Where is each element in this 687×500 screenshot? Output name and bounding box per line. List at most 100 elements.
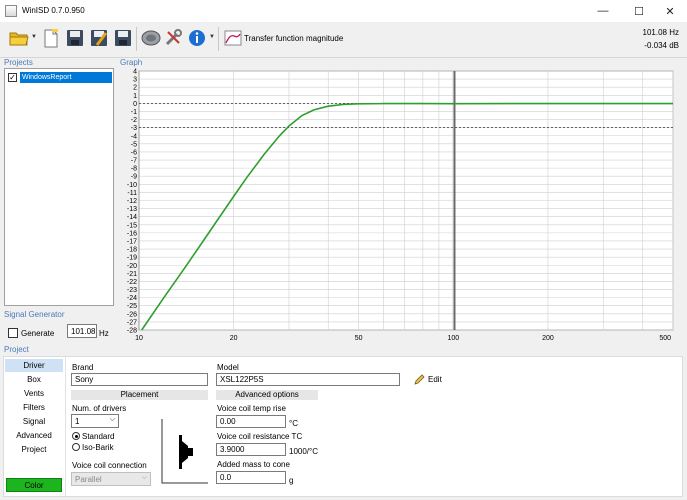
y-tick-label: -28 [127,328,137,335]
chevron-down-icon: ⌵ [141,474,147,481]
y-tick-label: -23 [127,287,137,294]
brand-field[interactable]: Sony [71,373,208,386]
y-tick-label: -5 [131,141,137,148]
vc-temp-label: Voice coil temp rise [217,404,286,413]
project-name[interactable]: WindowsReport [20,72,112,83]
tools-button[interactable] [162,26,184,50]
added-mass-field[interactable]: 0.0 [216,471,286,484]
brand-label: Brand [72,363,94,372]
generate-checkbox[interactable] [8,328,18,338]
vc-resistance-unit: 1000/°C [289,447,318,456]
isobarik-radio[interactable] [72,443,80,451]
tab-driver[interactable]: Driver [5,359,63,372]
new-document-icon [44,28,58,47]
advanced-options-group-header: Advanced options [216,390,318,400]
edit-driver-button[interactable]: Edit [414,372,442,386]
vc-resistance-field[interactable]: 3.9000 [216,443,286,456]
tab-project[interactable]: Project [5,443,63,456]
project-list-item[interactable]: ✓ WindowsReport [8,72,112,83]
model-field[interactable]: XSL122P5S [216,373,400,386]
title-bar: WinISD 0.7.0.950 — ☐ ✕ [0,0,687,23]
panel-divider [65,357,66,496]
placement-group-header: Placement [71,390,208,400]
y-tick-label: -17 [127,238,137,245]
x-tick-label: 20 [230,335,238,342]
x-tick-label: 500 [659,335,671,342]
y-tick-label: -9 [131,174,137,181]
x-tick-label: 10 [135,335,143,342]
y-tick-label: -18 [127,247,137,254]
y-tick-label: -14 [127,214,137,221]
x-tick-label: 200 [542,335,554,342]
y-axis-ticks: 43210-1-2-3-4-5-6-7-8-9-10-11-12-13-14-1… [127,69,137,335]
y-tick-label: -16 [127,230,137,237]
voice-coil-connection-select[interactable]: Parallel ⌵ [71,472,151,486]
y-tick-label: -27 [127,319,137,326]
save-as-icon [91,30,108,46]
y-tick-label: -7 [131,158,137,165]
vc-temp-unit: °C [289,419,298,428]
maximize-button[interactable]: ☐ [622,0,656,22]
project-visible-checkbox[interactable]: ✓ [8,73,17,82]
transfer-function-graph[interactable]: 43210-1-2-3-4-5-6-7-8-9-10-11-12-13-14-1… [120,68,684,348]
graph-header: Graph [120,58,143,67]
y-tick-label: -11 [127,190,137,197]
tab-box[interactable]: Box [5,373,63,386]
new-project-button[interactable] [40,26,62,50]
standard-radio[interactable] [72,432,80,440]
color-button[interactable]: Color [6,478,62,492]
save-all-button[interactable] [112,26,134,50]
vc-resistance-label: Voice coil resistance TC [217,432,303,441]
info-dropdown-icon[interactable]: ▼ [209,34,215,40]
info-icon [189,30,205,46]
open-folder-button[interactable] [8,26,30,50]
pencil-icon [414,373,425,385]
y-tick-label: -25 [127,303,137,310]
graph-curve-icon [224,30,242,46]
tab-signal[interactable]: Signal [5,415,63,428]
signal-generator-header: Signal Generator [4,310,65,319]
projects-header: Projects [4,58,33,67]
y-tick-label: -1 [131,109,137,116]
save-as-button[interactable] [88,26,110,50]
voice-coil-connection-label: Voice coil connection [72,461,147,470]
x-tick-label: 100 [447,335,459,342]
minimize-button[interactable]: — [586,0,620,22]
projects-list[interactable]: ✓ WindowsReport [4,68,114,306]
save-button[interactable] [64,26,86,50]
signal-frequency-unit: Hz [99,329,109,338]
model-label: Model [217,363,239,372]
vc-temp-field[interactable]: 0.00 [216,415,286,428]
graph-mode-button[interactable] [222,26,244,50]
added-mass-unit: g [289,476,294,485]
x-tick-label: 50 [355,335,363,342]
standard-label: Standard [82,432,115,441]
y-tick-label: -3 [131,125,137,132]
graph-mode-label[interactable]: Transfer function magnitude [244,34,343,43]
y-tick-label: -6 [131,149,137,156]
chevron-down-icon: ⌵ [109,416,115,423]
folder-icon [9,32,29,46]
tab-vents[interactable]: Vents [5,387,63,400]
edit-label: Edit [428,374,442,384]
open-dropdown-icon[interactable]: ▼ [31,34,37,40]
isobarik-label: Iso-Barik [82,443,114,452]
voice-coil-connection-value: Parallel [75,475,102,484]
driver-editor-button[interactable] [140,26,162,50]
floppy-disk-icon [115,30,131,46]
toolbar-separator [136,27,137,51]
y-tick-label: 1 [133,93,137,100]
y-tick-label: 2 [133,85,137,92]
signal-frequency-input[interactable]: 101.08 [67,324,97,338]
close-button[interactable]: ✕ [653,0,687,22]
info-button[interactable] [186,26,208,50]
num-drivers-select[interactable]: 1 ⌵ [71,414,119,428]
y-tick-label: -4 [131,133,137,140]
speaker-driver-icon [141,30,161,46]
num-drivers-value: 1 [75,417,80,426]
project-header: Project [4,345,29,354]
tab-advanced[interactable]: Advanced [5,429,63,442]
y-tick-label: -8 [131,166,137,173]
x-axis-ticks: 10 20 50 100 200 500 [135,335,671,342]
tab-filters[interactable]: Filters [5,401,63,414]
